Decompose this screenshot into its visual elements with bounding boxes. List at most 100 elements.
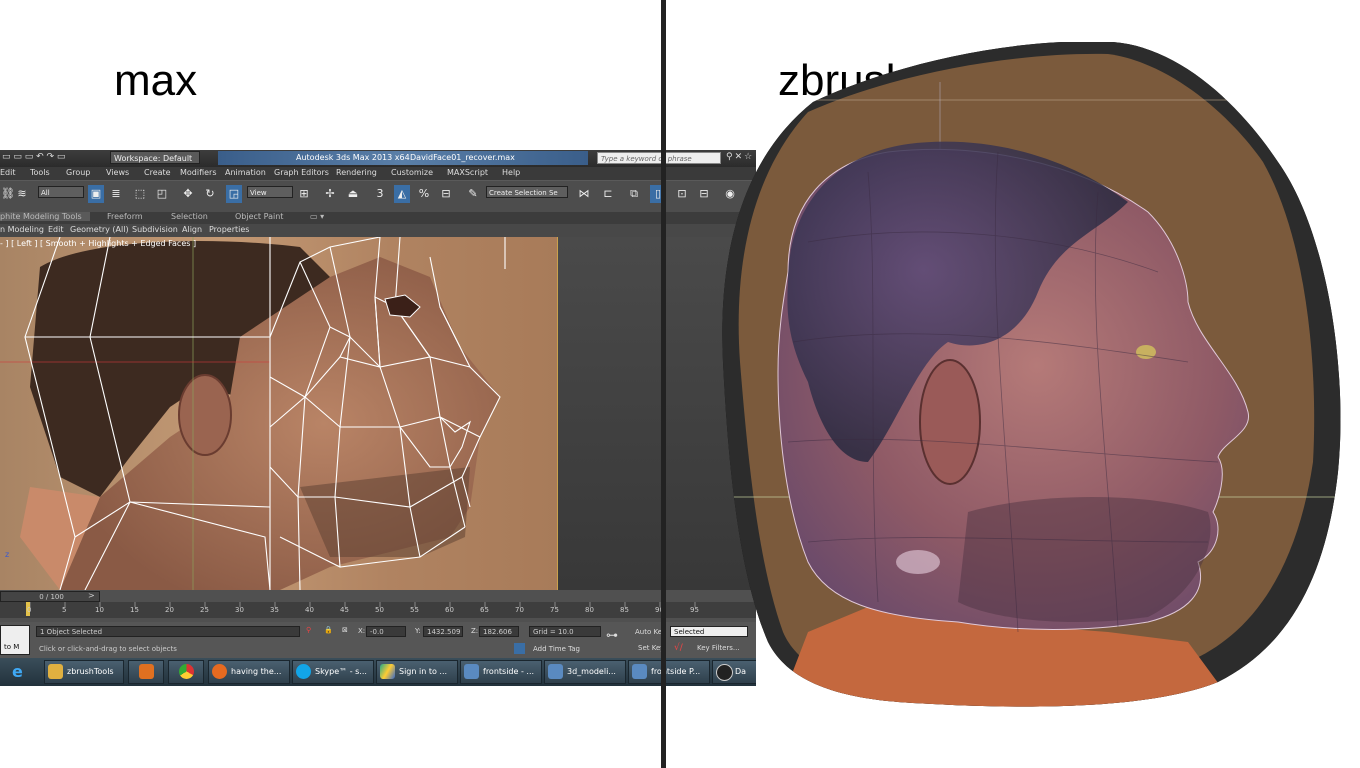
select-object-icon[interactable]: ▣: [88, 185, 104, 203]
snaps-toggle-icon[interactable]: 3: [372, 185, 388, 203]
panel-polygon-modeling[interactable]: n Modeling: [0, 225, 44, 234]
tick-20: 20: [165, 606, 174, 614]
edit-named-selection-icon[interactable]: ✎: [465, 185, 481, 203]
tab-freeform[interactable]: Freeform: [107, 212, 143, 221]
menu-modifiers[interactable]: Modifiers: [180, 168, 217, 177]
title-bar: ▭ ▭ ▭ ↶ ↷ ▭ Workspace: Default Autodesk …: [0, 150, 756, 167]
skype-icon: [296, 664, 311, 679]
image-viewer-icon-2: [548, 664, 563, 679]
tick-5: 5: [62, 606, 67, 614]
key-icon[interactable]: ⊶: [606, 628, 618, 642]
spinner-snap-icon[interactable]: ⊟: [438, 185, 454, 203]
tab-selection[interactable]: Selection: [171, 212, 208, 221]
menu-animation[interactable]: Animation: [225, 168, 266, 177]
search-input[interactable]: Type a keyword or phrase: [597, 152, 721, 164]
viewport-label[interactable]: - ] [ Left ] [ Smooth + Highlights + Edg…: [0, 239, 196, 248]
grid-field: Grid = 10.0: [529, 626, 601, 637]
panel-subdivision[interactable]: Subdivision: [132, 225, 178, 234]
track-bar[interactable]: 0 5 10 15 20 25 30 35 40 45 50 55 60 65 …: [0, 602, 756, 618]
viewport-scene: z: [0, 237, 506, 590]
task-media-player[interactable]: [128, 660, 164, 684]
workspace-select[interactable]: Workspace: Default: [110, 151, 200, 164]
menu-edit[interactable]: Edit: [0, 168, 16, 177]
select-by-name-icon[interactable]: ≣: [108, 185, 124, 203]
layer-manager-icon[interactable]: ⧉: [626, 185, 642, 203]
y-coord-field[interactable]: 1432.509: [423, 626, 463, 637]
maxscript-text: to M: [4, 643, 20, 651]
absolute-mode-icon[interactable]: ⊠: [342, 626, 348, 634]
menu-create[interactable]: Create: [144, 168, 171, 177]
schematic-view-icon[interactable]: ⊟: [696, 185, 712, 203]
time-forward-icon[interactable]: >: [88, 591, 95, 600]
rotate-icon[interactable]: ↻: [202, 185, 218, 203]
keyboard-shortcut-icon[interactable]: ⏏: [345, 185, 361, 203]
task-google-drive[interactable]: Sign in to ...: [376, 660, 458, 684]
manipulate-icon[interactable]: ✢: [322, 185, 338, 203]
window-crossing-icon[interactable]: ◰: [154, 185, 170, 203]
neck-highlight: [896, 550, 940, 574]
tick-65: 65: [480, 606, 489, 614]
task-3d-modeling[interactable]: 3d_modeli...: [544, 660, 626, 684]
panel-align[interactable]: Align: [182, 225, 202, 234]
x-coord-field[interactable]: -0.0: [366, 626, 406, 637]
menu-maxscript[interactable]: MAXScript: [447, 168, 488, 177]
tick-40: 40: [305, 606, 314, 614]
add-time-tag[interactable]: Add Time Tag: [533, 645, 580, 653]
mirror-icon[interactable]: ⋈: [576, 185, 592, 203]
task-skype[interactable]: Skype™ - s...: [292, 660, 374, 684]
menu-help[interactable]: Help: [502, 168, 520, 177]
menu-customize[interactable]: Customize: [391, 168, 433, 177]
task-frontside-photoshop[interactable]: frontside P...: [628, 660, 710, 684]
ribbon-options-icon[interactable]: ▭ ▾: [310, 212, 324, 221]
z-coord-field[interactable]: 182.606: [479, 626, 519, 637]
tab-object-paint[interactable]: Object Paint: [235, 212, 283, 221]
menu-graph-editors[interactable]: Graph Editors: [274, 168, 329, 177]
menu-bar: Edit Tools Group Views Create Modifiers …: [0, 167, 756, 180]
panel-edit[interactable]: Edit: [48, 225, 64, 234]
tick-70: 70: [515, 606, 524, 614]
prompt-line: Click or click-and-drag to select object…: [39, 645, 177, 653]
task-chrome[interactable]: [168, 660, 204, 684]
percent-snap-icon[interactable]: %: [416, 185, 432, 203]
tab-graphite-modeling[interactable]: phite Modeling Tools: [0, 212, 90, 221]
panel-geometry[interactable]: Geometry (All): [70, 225, 129, 234]
menu-rendering[interactable]: Rendering: [336, 168, 377, 177]
bind-spacewarp-icon[interactable]: ≋: [14, 185, 30, 203]
selection-region-icon[interactable]: ⬚: [132, 185, 148, 203]
max-heading: max: [114, 56, 198, 105]
task-frontside[interactable]: frontside - ...: [460, 660, 542, 684]
menu-views[interactable]: Views: [106, 168, 129, 177]
time-slider[interactable]: 0 / 100: [0, 591, 100, 602]
app-title: Autodesk 3ds Max 2013 x64: [296, 153, 410, 162]
x-label: X:: [358, 627, 366, 635]
main-toolbar: ⛓ ≋ All ▣ ≣ ⬚ ◰ ✥ ↻ ◲ View ⊞ ✢ ⏏ 3 ◭ % ⊟…: [0, 180, 756, 213]
task-firefox[interactable]: having the...: [208, 660, 290, 684]
menu-group[interactable]: Group: [66, 168, 90, 177]
task-zbrushtools[interactable]: zbrushTools: [44, 660, 124, 684]
ribbon-panels: n Modeling Edit Geometry (All) Subdivisi…: [0, 224, 756, 237]
maxscript-listener[interactable]: to M: [0, 625, 30, 655]
time-tag-icon[interactable]: [514, 643, 525, 654]
ie-icon[interactable]: e: [12, 662, 23, 681]
reference-coordinate-select[interactable]: View: [247, 186, 293, 198]
zbrush-scene: [722, 41, 1341, 707]
move-icon[interactable]: ✥: [180, 185, 196, 203]
named-selection-set-select[interactable]: Create Selection Se: [486, 186, 568, 198]
left-viewport[interactable]: z - ] [ Left ] [ Smooth + Highlights + E…: [0, 237, 558, 590]
folder-icon: [48, 664, 63, 679]
align-icon[interactable]: ⊏: [600, 185, 616, 203]
menu-tools[interactable]: Tools: [30, 168, 50, 177]
lock-icon[interactable]: 🔒: [324, 626, 333, 634]
selection-filter-select[interactable]: All: [38, 186, 84, 198]
quick-access-icons[interactable]: ▭ ▭ ▭ ↶ ↷ ▭: [2, 152, 65, 162]
isolate-icon[interactable]: ⚲: [306, 626, 311, 634]
zbrush-render: [718, 41, 1360, 710]
axis-gizmo-z: z: [5, 550, 9, 559]
curve-editor-icon[interactable]: ⊡: [674, 185, 690, 203]
key-mode-icon[interactable]: √∕: [674, 643, 683, 653]
scale-icon[interactable]: ◲: [226, 185, 242, 203]
angle-snap-icon[interactable]: ◭: [394, 185, 410, 203]
pivot-icon[interactable]: ⊞: [296, 185, 312, 203]
tick-25: 25: [200, 606, 209, 614]
panel-properties[interactable]: Properties: [209, 225, 249, 234]
